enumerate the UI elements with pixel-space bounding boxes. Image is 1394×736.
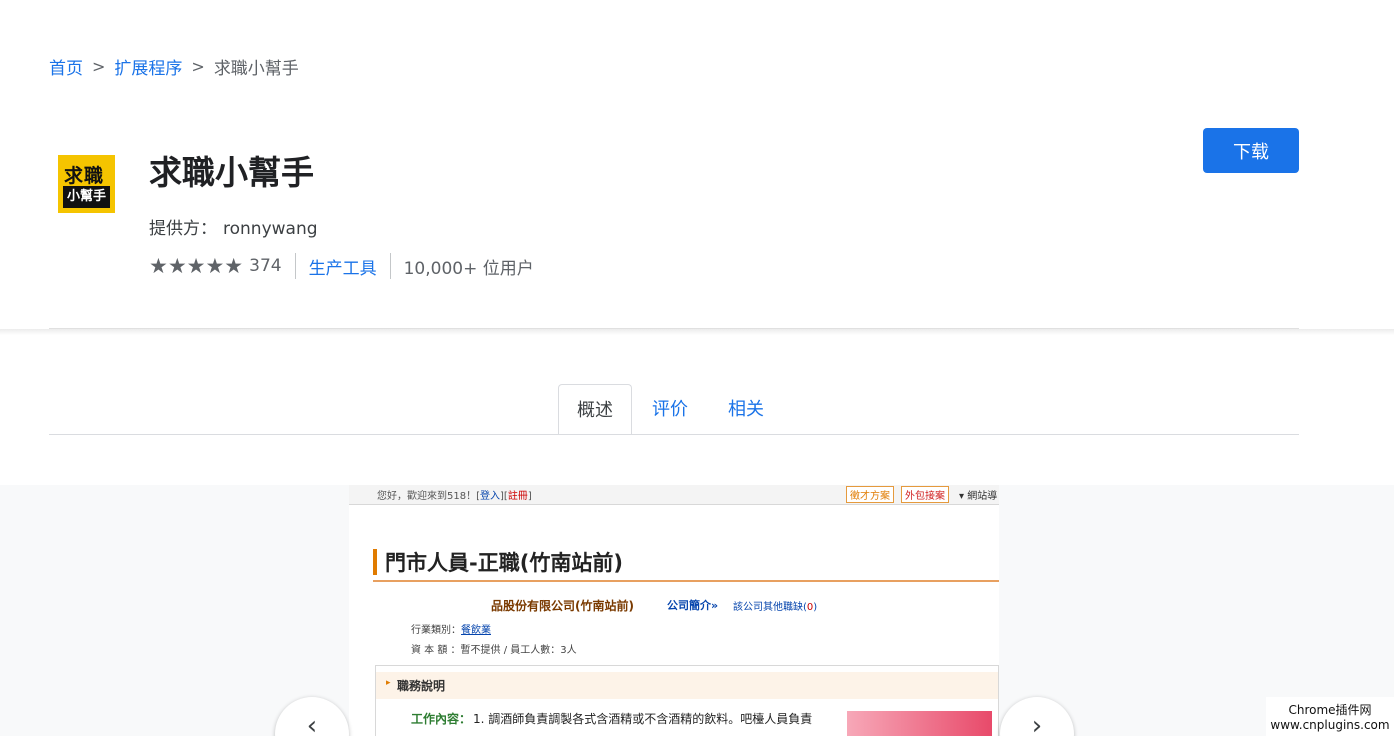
shot-company-intro-link: 公司簡介» — [667, 599, 719, 612]
shot-register-link: 註冊 — [507, 491, 528, 502]
watermark: Chrome插件网 www.cnplugins.com — [1266, 697, 1394, 736]
shot-job-title: 門市人員-正職(竹南站前) — [385, 551, 623, 575]
shot-title-underline — [373, 580, 999, 582]
tab-related[interactable]: 相关 — [708, 384, 784, 435]
category-link[interactable]: 生产工具 — [309, 254, 377, 279]
shot-section-arrow-icon: ▸ — [386, 678, 391, 688]
provider-info: 提供方： ronnywang — [149, 214, 318, 239]
provider-name: ronnywang — [223, 219, 318, 239]
shot-company-name: 品股份有限公司(竹南站前) — [491, 599, 634, 613]
shot-other-jobs-suffix: ) — [813, 602, 818, 613]
extension-logo-text-2: 小幫手 — [63, 186, 110, 208]
shot-section-header — [376, 672, 998, 699]
detail-tabs: 概述 评价 相关 — [558, 384, 784, 435]
extension-meta: ★★★★★ 374 生产工具 10,000+ 位用户 — [149, 253, 534, 279]
tab-reviews[interactable]: 评价 — [632, 384, 708, 435]
shot-industry-label: 行業類別： — [411, 625, 461, 636]
shot-login-link: 登入 — [480, 491, 500, 502]
shot-topbar: 您好，歡迎來到518！[登入][註冊] 徵才方案 外包接案 ▾ 網站導 — [349, 485, 999, 505]
shot-talent-button: 徵才方案 — [846, 486, 894, 503]
shot-title-accent — [373, 549, 377, 575]
shot-section-title: 職務說明 — [397, 679, 446, 693]
shot-site-nav: ▾ 網站導 — [959, 491, 998, 502]
watermark-line-2: www.cnplugins.com — [1270, 718, 1390, 732]
chevron-right-icon: › — [1031, 711, 1043, 736]
shot-welcome: 您好，歡迎來到518！[登入][註冊] — [377, 487, 532, 502]
breadcrumb-home-link[interactable]: 首页 — [49, 54, 83, 79]
shot-welcome-prefix: 您好，歡迎來到518！[ — [377, 491, 480, 502]
shot-industry: 行業類別：餐飲業 — [411, 621, 491, 636]
extension-title: 求職小幫手 — [149, 153, 314, 192]
extension-logo-text-1: 求職 — [64, 165, 105, 187]
shot-work-label: 工作內容： — [411, 712, 472, 726]
shot-welcome-suffix: ] — [527, 491, 532, 502]
breadcrumb-extensions-link[interactable]: 扩展程序 — [114, 54, 182, 79]
gallery-screenshot[interactable]: 您好，歡迎來到518！[登入][註冊] 徵才方案 外包接案 ▾ 網站導 門市人員… — [349, 485, 999, 736]
shot-outsource-button: 外包接案 — [901, 486, 949, 503]
download-button[interactable]: 下载 — [1203, 128, 1299, 173]
star-rating-icon: ★★★★★ — [149, 254, 244, 278]
shot-banner-image — [847, 711, 992, 736]
shot-industry-value: 餐飲業 — [461, 625, 491, 636]
meta-divider — [294, 253, 296, 279]
shot-other-jobs-link: 該公司其他職缺(0) — [733, 598, 817, 613]
shot-capital: 資 本 額 ：暫不提供 / 員工人數：3人 — [411, 645, 577, 656]
shot-work-text: 1. 調酒師負責調製各式含酒精或不含酒精的飲料。吧檯人員負責 — [473, 712, 813, 726]
breadcrumb: 首页 > 扩展程序 > 求職小幫手 — [49, 54, 299, 79]
extension-logo: 求職 小幫手 — [58, 155, 115, 213]
user-count: 10,000+ 位用户 — [403, 258, 534, 279]
breadcrumb-separator: > — [191, 57, 205, 76]
chevron-left-icon: ‹ — [306, 711, 318, 736]
provider-label: 提供方： — [149, 219, 217, 239]
watermark-line-1: Chrome插件网 — [1288, 703, 1372, 717]
breadcrumb-separator: > — [92, 57, 106, 76]
tabs-underline — [49, 434, 1299, 435]
rating-count-link[interactable]: 374 — [249, 256, 281, 276]
header-shadow — [0, 329, 1394, 335]
tab-overview[interactable]: 概述 — [558, 384, 632, 435]
breadcrumb-current: 求職小幫手 — [213, 59, 299, 79]
shot-welcome-mid: ][ — [500, 491, 508, 502]
shot-other-jobs-prefix: 該公司其他職缺( — [733, 602, 807, 613]
meta-divider — [389, 253, 391, 279]
screenshot-gallery: 您好，歡迎來到518！[登入][註冊] 徵才方案 外包接案 ▾ 網站導 門市人員… — [0, 485, 1394, 736]
